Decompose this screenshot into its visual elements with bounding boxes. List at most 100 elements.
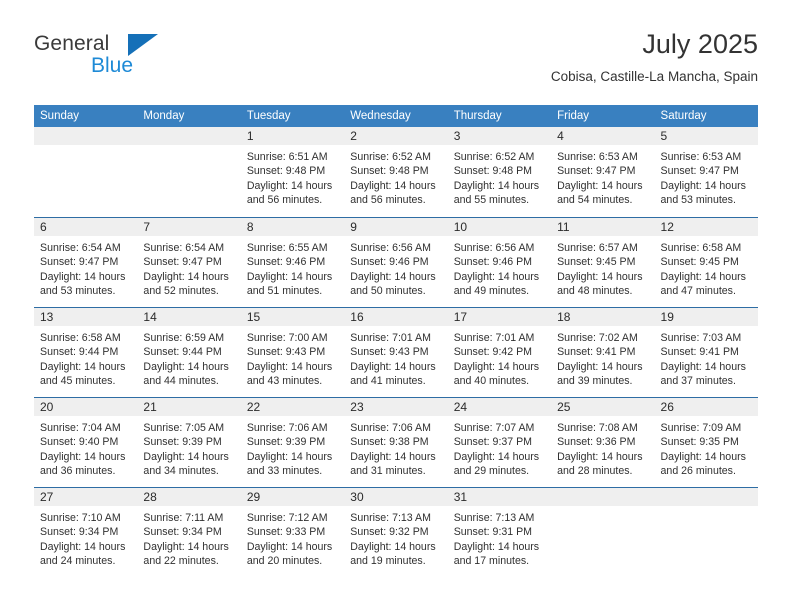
day-details: Sunrise: 6:58 AM Sunset: 9:44 PM Daylight:… bbox=[34, 326, 137, 388]
calendar-day-cell[interactable]: 5 Sunrise: 6:53 AM Sunset: 9:47 PM Daylight… bbox=[654, 127, 758, 217]
calendar-day-cell[interactable]: 26 Sunrise: 7:09 AM Sunset: 9:35 PM Dayligh… bbox=[654, 398, 758, 487]
calendar-day-cell[interactable]: 4 Sunrise: 6:53 AM Sunset: 9:47 PM Daylight… bbox=[551, 127, 655, 217]
day-detail-line: and 26 minutes. bbox=[660, 464, 736, 477]
day-details: Sunrise: 6:56 AM Sunset: 9:46 PM Daylight:… bbox=[448, 236, 551, 298]
calendar-day-cell[interactable]: 23 Sunrise: 7:06 AM Sunset: 9:38 PM Dayligh… bbox=[344, 398, 448, 487]
day-number: 15 bbox=[240, 308, 345, 326]
day-number: 3 bbox=[447, 127, 552, 145]
day-detail-line: Sunset: 9:35 PM bbox=[660, 436, 739, 449]
day-detail-line: Sunset: 9:42 PM bbox=[453, 346, 533, 359]
day-number: 8 bbox=[240, 218, 345, 236]
day-detail-line: Sunrise: 6:56 AM bbox=[350, 242, 431, 254]
general-blue-logo[interactable]: General Blue bbox=[34, 32, 214, 88]
calendar-day-cell[interactable]: 25 Sunrise: 7:08 AM Sunset: 9:36 PM Dayligh… bbox=[551, 398, 655, 487]
day-detail-line: Daylight: 14 hours bbox=[453, 360, 540, 373]
day-detail-line: and 20 minutes. bbox=[246, 554, 323, 567]
day-detail-line: and 40 minutes. bbox=[453, 374, 530, 387]
day-detail-line: Daylight: 14 hours bbox=[246, 179, 333, 192]
calendar-day-cell[interactable]: 15 Sunrise: 7:00 AM Sunset: 9:43 PM Dayligh… bbox=[240, 308, 345, 397]
calendar-day-cell[interactable]: 17 Sunrise: 7:01 AM Sunset: 9:42 PM Dayligh… bbox=[447, 308, 552, 397]
calendar-weeks: 1 Sunrise: 6:51 AM Sunset: 9:48 PM Daylight… bbox=[34, 127, 758, 577]
calendar-day-cell[interactable]: 22 Sunrise: 7:06 AM Sunset: 9:39 PM Dayligh… bbox=[240, 398, 345, 487]
weekday-header-sunday: Sunday bbox=[40, 110, 80, 122]
calendar-day-cell[interactable]: 20 Sunrise: 7:04 AM Sunset: 9:40 PM Dayligh… bbox=[34, 398, 138, 487]
day-detail-line: Daylight: 14 hours bbox=[453, 450, 540, 463]
day-detail-line: Sunrise: 7:11 AM bbox=[143, 512, 224, 524]
calendar-day-cell[interactable]: 12 Sunrise: 6:58 AM Sunset: 9:45 PM Dayligh… bbox=[654, 218, 758, 307]
day-number: 2 bbox=[344, 127, 448, 145]
calendar-day-cell[interactable]: 7 Sunrise: 6:54 AM Sunset: 9:47 PM Daylight… bbox=[137, 218, 241, 307]
day-detail-line: Sunrise: 6:54 AM bbox=[40, 242, 121, 254]
day-detail-line: and 48 minutes. bbox=[557, 284, 633, 297]
brand-triangle-icon bbox=[128, 34, 158, 56]
day-detail-line: Daylight: 14 hours bbox=[660, 360, 746, 373]
day-detail-line: Sunrise: 7:12 AM bbox=[246, 512, 328, 524]
day-number: 31 bbox=[447, 488, 552, 506]
day-details: Sunrise: 7:01 AM Sunset: 9:42 PM Daylight:… bbox=[448, 326, 551, 388]
calendar-day-cell-empty bbox=[137, 127, 241, 217]
day-detail-line: Sunset: 9:40 PM bbox=[40, 436, 119, 449]
day-detail-line: Sunset: 9:47 PM bbox=[143, 256, 222, 269]
calendar-day-cell[interactable]: 30 Sunrise: 7:13 AM Sunset: 9:32 PM Dayligh… bbox=[344, 488, 448, 577]
calendar-day-cell[interactable]: 6 Sunrise: 6:54 AM Sunset: 9:47 PM Daylight… bbox=[34, 218, 138, 307]
day-details: Sunrise: 6:58 AM Sunset: 9:45 PM Daylight:… bbox=[655, 236, 758, 298]
day-detail-line: and 51 minutes. bbox=[246, 284, 323, 297]
day-detail-line: Daylight: 14 hours bbox=[40, 540, 126, 553]
day-detail-line: Daylight: 14 hours bbox=[453, 179, 540, 192]
day-detail-line: Sunset: 9:37 PM bbox=[453, 436, 533, 449]
day-detail-line: Daylight: 14 hours bbox=[143, 450, 229, 463]
calendar-day-cell[interactable]: 14 Sunrise: 6:59 AM Sunset: 9:44 PM Dayligh… bbox=[137, 308, 241, 397]
day-details: Sunrise: 6:52 AM Sunset: 9:48 PM Daylight:… bbox=[344, 145, 447, 207]
day-detail-line: Sunset: 9:43 PM bbox=[246, 346, 326, 359]
day-detail-line: Sunset: 9:41 PM bbox=[660, 346, 739, 359]
calendar-day-cell[interactable]: 10 Sunrise: 6:56 AM Sunset: 9:46 PM Dayligh… bbox=[447, 218, 552, 307]
calendar-day-cell[interactable]: 29 Sunrise: 7:12 AM Sunset: 9:33 PM Dayligh… bbox=[240, 488, 345, 577]
calendar-day-cell[interactable]: 11 Sunrise: 6:57 AM Sunset: 9:45 PM Dayligh… bbox=[551, 218, 655, 307]
title-block: July 2025 Cobisa, Castille-La Mancha, Sp… bbox=[551, 28, 758, 87]
calendar-day-cell[interactable]: 31 Sunrise: 7:13 AM Sunset: 9:31 PM Dayligh… bbox=[447, 488, 552, 577]
calendar-day-cell[interactable]: 28 Sunrise: 7:11 AM Sunset: 9:34 PM Dayligh… bbox=[137, 488, 241, 577]
day-detail-line: Daylight: 14 hours bbox=[350, 270, 436, 283]
day-number bbox=[551, 488, 655, 506]
calendar-day-cell[interactable]: 13 Sunrise: 6:58 AM Sunset: 9:44 PM Dayligh… bbox=[34, 308, 138, 397]
day-detail-line: Sunrise: 6:53 AM bbox=[660, 151, 742, 163]
calendar-day-cell[interactable]: 21 Sunrise: 7:05 AM Sunset: 9:39 PM Dayligh… bbox=[137, 398, 241, 487]
day-detail-line: Sunset: 9:46 PM bbox=[246, 256, 326, 269]
calendar-day-cell[interactable]: 1 Sunrise: 6:51 AM Sunset: 9:48 PM Daylight… bbox=[240, 127, 345, 217]
day-detail-line: and 52 minutes. bbox=[143, 284, 219, 297]
day-number: 13 bbox=[34, 308, 138, 326]
day-detail-line: Sunrise: 7:06 AM bbox=[350, 422, 431, 434]
day-details: Sunrise: 7:05 AM Sunset: 9:39 PM Daylight:… bbox=[137, 416, 240, 478]
day-detail-line: and 33 minutes. bbox=[246, 464, 323, 477]
weekday-header-wednesday: Wednesday bbox=[350, 110, 411, 122]
calendar-grid: Sunday Monday Tuesday Wednesday Thursday Frid… bbox=[34, 105, 758, 577]
calendar-day-cell[interactable]: 8 Sunrise: 6:55 AM Sunset: 9:46 PM Daylight… bbox=[240, 218, 345, 307]
day-detail-line: Sunset: 9:44 PM bbox=[40, 346, 119, 359]
day-detail-line: Daylight: 14 hours bbox=[660, 270, 746, 283]
day-detail-line: and 50 minutes. bbox=[350, 284, 426, 297]
day-detail-line: Sunset: 9:32 PM bbox=[350, 526, 429, 539]
day-number: 28 bbox=[137, 488, 241, 506]
day-detail-line: and 56 minutes. bbox=[350, 193, 426, 206]
calendar-week-row: 6 Sunrise: 6:54 AM Sunset: 9:47 PM Daylight… bbox=[34, 217, 758, 307]
calendar-day-cell[interactable]: 18 Sunrise: 7:02 AM Sunset: 9:41 PM Dayligh… bbox=[551, 308, 655, 397]
calendar-day-cell[interactable]: 24 Sunrise: 7:07 AM Sunset: 9:37 PM Dayligh… bbox=[447, 398, 552, 487]
day-detail-line: Sunset: 9:48 PM bbox=[350, 165, 429, 178]
calendar-day-cell[interactable]: 27 Sunrise: 7:10 AM Sunset: 9:34 PM Dayligh… bbox=[34, 488, 138, 577]
day-detail-line: Daylight: 14 hours bbox=[350, 360, 436, 373]
day-detail-line: and 53 minutes. bbox=[40, 284, 116, 297]
day-details: Sunrise: 7:06 AM Sunset: 9:38 PM Daylight:… bbox=[344, 416, 447, 478]
day-detail-line: Sunrise: 6:52 AM bbox=[350, 151, 431, 163]
day-detail-line: Sunrise: 7:13 AM bbox=[453, 512, 535, 524]
calendar-day-cell[interactable]: 19 Sunrise: 7:03 AM Sunset: 9:41 PM Dayligh… bbox=[654, 308, 758, 397]
day-detail-line: and 34 minutes. bbox=[143, 464, 219, 477]
day-detail-line: Daylight: 14 hours bbox=[557, 179, 643, 192]
calendar-day-cell[interactable]: 9 Sunrise: 6:56 AM Sunset: 9:46 PM Daylight… bbox=[344, 218, 448, 307]
calendar-day-cell[interactable]: 3 Sunrise: 6:52 AM Sunset: 9:48 PM Daylight… bbox=[447, 127, 552, 217]
day-details: Sunrise: 6:52 AM Sunset: 9:48 PM Daylight:… bbox=[448, 145, 551, 207]
calendar-day-cell[interactable]: 2 Sunrise: 6:52 AM Sunset: 9:48 PM Daylight… bbox=[344, 127, 448, 217]
calendar-day-cell[interactable]: 16 Sunrise: 7:01 AM Sunset: 9:43 PM Dayligh… bbox=[344, 308, 448, 397]
day-number bbox=[654, 488, 758, 506]
day-details: Sunrise: 7:13 AM Sunset: 9:32 PM Daylight:… bbox=[344, 506, 447, 568]
day-detail-line: Sunrise: 6:58 AM bbox=[40, 332, 121, 344]
